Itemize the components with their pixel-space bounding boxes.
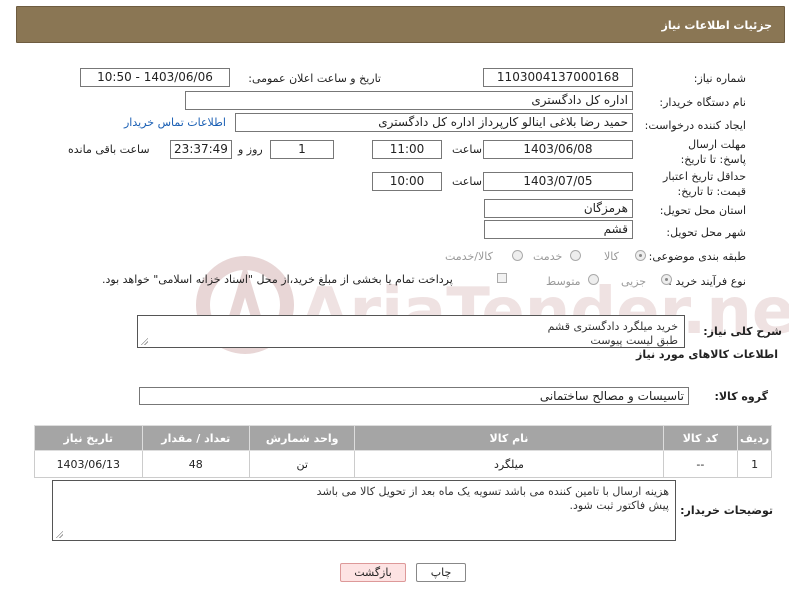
back-button[interactable]: بازگشت [340,563,406,582]
reply-deadline-label: مهلت ارسال پاسخ: تا تاریخ: [680,138,746,166]
col-item-name: نام کالا [354,425,664,451]
need-number-label: شماره نیاز: [693,72,746,85]
buyer-notes-textarea[interactable]: هزینه ارسال با تامین کننده می باشد تسویه… [52,480,676,541]
buyer-notes-line-2: پیش فاکتور ثبت شود. [569,499,669,512]
process-option-minor: جزیی [621,275,647,288]
buyer-org-label: نام دستگاه خریدار: [659,96,746,109]
reply-days-label: روز و [238,143,263,156]
resize-handle-icon[interactable] [140,337,148,345]
creator-field[interactable]: حمید رضا بلاغی اینالو کارپرداز اداره کل … [235,113,633,132]
announce-datetime-label: تاریخ و ساعت اعلان عمومی: [248,72,381,85]
process-radio-minor[interactable] [661,274,672,285]
description-label: شرح کلی نیاز: [703,325,782,338]
process-label: نوع فرآیند خرید : [668,275,746,288]
category-radio-both[interactable] [512,250,523,261]
col-need-date: تاریخ نیاز [34,425,143,451]
process-radio-medium[interactable] [588,274,599,285]
col-row-number: ردیف [737,425,772,451]
table-header-row: ردیف کد کالا نام کالا واحد شمارش تعداد /… [34,425,772,451]
category-label: طبقه بندی موضوعی: [648,250,746,263]
category-option-both: کالا/خدمت [445,250,493,263]
buyer-contact-link[interactable]: اطلاعات تماس خریدار [124,116,226,129]
page-title: جزئیات اطلاعات نیاز [661,19,773,32]
description-line-1: خرید میلگرد دادگستری قشم [547,320,678,333]
reply-time-field[interactable]: 11:00 [372,140,442,159]
print-button[interactable]: چاپ [416,563,466,582]
items-table: ردیف کد کالا نام کالا واحد شمارش تعداد /… [34,425,772,478]
cell-item-code: -- [662,450,739,478]
cell-need-date: 1403/06/13 [34,450,143,478]
goods-group-field[interactable]: تاسیسات و مصالح ساختمانی [139,387,689,405]
reply-time-label: ساعت [452,143,482,156]
cell-item-name: میلگرد [354,450,664,478]
buyer-notes-line-1: هزینه ارسال با تامین کننده می باشد تسویه… [316,485,669,498]
page-header: جزئیات اطلاعات نیاز [16,6,785,43]
description-line-2: طبق لیست پیوست [590,334,678,347]
col-unit: واحد شمارش [248,425,356,451]
province-field[interactable]: هرمزگان [484,199,633,218]
cell-row-number: 1 [737,450,772,478]
goods-group-label: گروه کالا: [714,390,768,403]
remaining-time-field: 23:37:49 [170,140,232,159]
buyer-org-field[interactable]: اداره کل دادگستری [185,91,633,110]
description-textarea[interactable]: خرید میلگرد دادگستری قشم طبق لیست پیوست [137,315,685,348]
cell-quantity: 48 [141,450,251,478]
col-quantity: تعداد / مقدار [141,425,251,451]
treasury-checkbox[interactable] [497,273,507,283]
treasury-note: پرداخت تمام یا بخشی از مبلغ خرید،از محل … [102,273,453,286]
category-radio-goods[interactable] [635,250,646,261]
province-label: استان محل تحویل: [659,204,746,217]
price-validity-label: حداقل تاریخ اعتبار قیمت: تا تاریخ: [662,170,746,198]
price-validity-date-field[interactable]: 1403/07/05 [483,172,633,191]
table-row[interactable]: 1 -- میلگرد تن 48 1403/06/13 [34,450,772,478]
city-label: شهر محل تحویل: [666,226,746,239]
price-validity-time-field[interactable]: 10:00 [372,172,442,191]
col-item-code: کد کالا [662,425,739,451]
remaining-time-label: ساعت باقی مانده [68,143,150,156]
city-field[interactable]: قشم [484,220,633,239]
price-validity-time-label: ساعت [452,175,482,188]
reply-days-field[interactable]: 1 [270,140,334,159]
reply-date-field[interactable]: 1403/06/08 [483,140,633,159]
creator-label: ایجاد کننده درخواست: [644,119,746,132]
process-option-medium: متوسط [546,275,581,288]
category-radio-service[interactable] [570,250,581,261]
category-option-service: خدمت [533,250,563,263]
category-option-goods: کالا [604,250,619,263]
need-number-field[interactable]: 1103004137000168 [483,68,633,87]
announce-datetime-field[interactable]: 1403/06/06 - 10:50 [80,68,230,87]
buyer-notes-label: توضیحات خریدار: [680,504,773,517]
resize-handle-icon[interactable] [55,530,63,538]
cell-unit: تن [248,450,356,478]
goods-section-title: اطلاعات کالاهای مورد نیاز [636,348,778,361]
